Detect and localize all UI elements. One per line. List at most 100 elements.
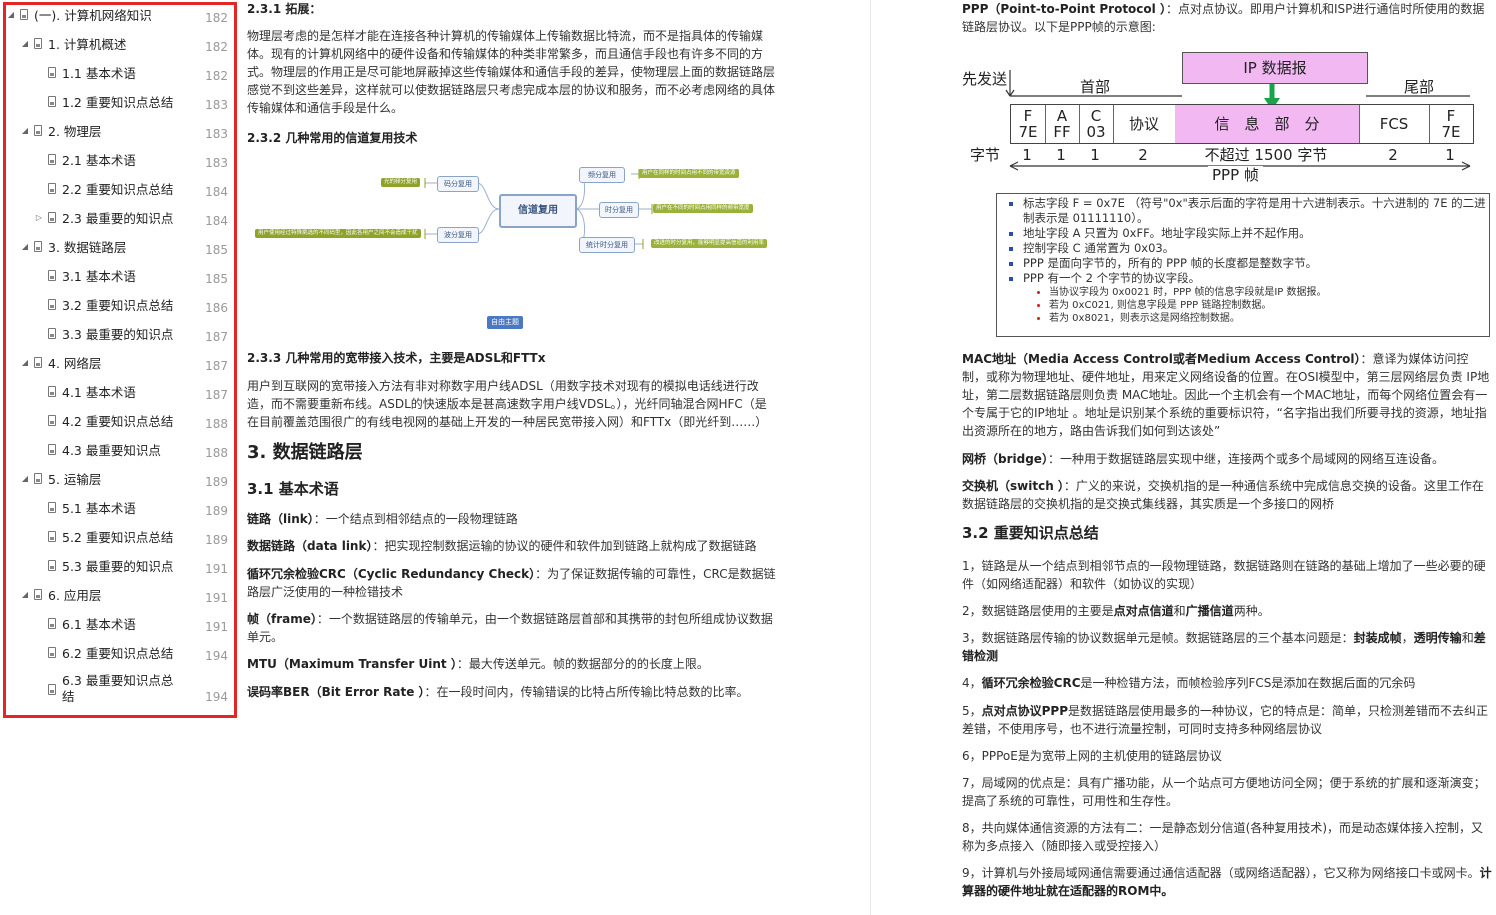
outline-item[interactable]: 1.1 基本术语 182 <box>6 58 234 87</box>
outline-item-page: 188 <box>205 446 228 460</box>
multiplexing-mindmap: 信道复用 码分复用 波分复用 频分复用 时分复用 统计时分复用 光的频分复用 用… <box>247 158 777 338</box>
frame-field-cell: C 03 <box>1079 105 1114 143</box>
outline-item-page: 183 <box>205 127 228 141</box>
frame-field-bytes: 2 <box>1388 146 1398 164</box>
outline-item[interactable]: 3.1 基本术语 185 <box>6 261 234 290</box>
outline-item-label: 1.1 基本术语 <box>62 66 136 81</box>
outline-item[interactable]: ◢ 5. 运输层 189 <box>6 464 234 493</box>
outline-item[interactable]: ◢ (一). 计算机网络知识 182 <box>6 5 234 29</box>
bookmark-icon <box>34 473 42 484</box>
outline-item[interactable]: 4.1 基本术语 187 <box>6 377 234 406</box>
frame-field-bytes: 1 <box>1022 146 1032 164</box>
collapse-arrow-icon[interactable]: ◢ <box>20 474 30 483</box>
term-switch: 交换机（switch ）：广义的来说，交换机指的是一种通信系统中完成信息交换的设… <box>962 479 1484 511</box>
outline-item-label: 6.3 最重要知识点总结 <box>62 673 174 704</box>
note-item-text: 控制字段 C 通常置为 0x03。 <box>1023 241 1175 255</box>
frame-field-cell: A FF <box>1045 105 1080 143</box>
outline-item-label: 3.2 重要知识点总结 <box>62 298 174 313</box>
bookmark-icon <box>48 683 56 695</box>
bookmark-icon <box>34 357 42 368</box>
bookmark-icon <box>34 589 42 600</box>
outline-item[interactable]: 4.3 最重要知识点 188 <box>6 435 234 464</box>
note-subitem-text: 当协议字段为 0x0021 时，PPP 帧的信息字段就是IP 数据报。 <box>1049 287 1327 298</box>
figure-header-label: 首部 <box>1080 78 1111 96</box>
outline-item[interactable]: ◢ 4. 网络层 187 <box>6 348 234 377</box>
collapse-arrow-icon[interactable]: ◢ <box>20 242 30 251</box>
outline-item[interactable]: 5.3 最重要的知识点 191 <box>6 551 234 580</box>
outline-item-label: 6.1 基本术语 <box>62 617 136 632</box>
bookmark-icon <box>48 96 56 107</box>
outline-item-page: 185 <box>205 243 228 257</box>
outline-item[interactable]: 5.1 基本术语 189 <box>6 493 234 522</box>
bookmark-icon <box>48 270 56 281</box>
outline-item-label: 2.1 基本术语 <box>62 153 136 168</box>
outline-item-label: 1.2 重要知识点总结 <box>62 95 174 110</box>
outline-item[interactable]: 2.1 基本术语 183 <box>6 145 234 174</box>
summary-7: 7，局域网的优点是：具有广播功能，从一个站点可方便地访问全网；便于系统的扩展和逐… <box>962 776 1486 808</box>
frame-field-cell: 信 息 部 分 <box>1175 105 1360 143</box>
ppp-frame-figure: 先发送 首部 尾部 IP 数据报 F 7E A FF C 03 协议信 息 部 分 FC… <box>962 48 1492 188</box>
outline-item[interactable]: ◢ 1. 计算机概述 182 <box>6 29 234 58</box>
outline-item[interactable]: 1.2 重要知识点总结 183 <box>6 87 234 116</box>
summary-4: 4，循环冗余检验CRC是一种检错方法，而帧检验序列FCS是添加在数据后面的冗余码 <box>962 676 1416 690</box>
collapse-arrow-icon[interactable]: ◢ <box>20 126 30 135</box>
outline-item[interactable]: 6.2 重要知识点总结 194 <box>6 638 234 667</box>
outline-item-page: 183 <box>205 156 228 170</box>
outline-item[interactable]: 4.2 重要知识点总结 188 <box>6 406 234 435</box>
outline-item-page: 185 <box>205 272 228 286</box>
note-item-text: PPP 是面向字节的，所有的 PPP 帧的长度都是整数字节。 <box>1023 256 1318 270</box>
outline-item-page: 189 <box>205 475 228 489</box>
frame-field-cell: F 7E <box>1011 105 1046 143</box>
outline-item[interactable]: 3.2 重要知识点总结 186 <box>6 290 234 319</box>
heading-3-2: 3.2 重要知识点总结 <box>962 524 1099 542</box>
outline-item[interactable]: 3.3 最重要的知识点 187 <box>6 319 234 348</box>
expand-arrow-icon[interactable]: ▷ <box>34 213 44 222</box>
heading-2-3-3: 2.3.3 几种常用的宽带接入技术，主要是ADSL和FTTx <box>247 351 546 365</box>
note-subitem: 若为 0x8021，则表示这是网络控制数据。 <box>1049 312 1489 325</box>
outline-item[interactable]: ◢ 2. 物理层 183 <box>6 116 234 145</box>
collapse-arrow-icon[interactable]: ◢ <box>20 358 30 367</box>
term-frame: 帧（frame）：一个数据链路层的传输单元，由一个数据链路层首部和其携带的封包所… <box>247 612 773 644</box>
outline-item[interactable]: ◢ 6. 应用层 191 <box>6 580 234 609</box>
outline-item[interactable]: ▷ 2.3 最重要的知识点 184 <box>6 203 234 232</box>
summary-6: 6，PPPoE是为宽带上网的主机使用的链路层协议 <box>962 749 1222 763</box>
bookmark-icon <box>34 241 42 252</box>
mindmap-node-stat: 统计时分复用 <box>579 237 635 253</box>
outline-item[interactable]: 2.2 重要知识点总结 184 <box>6 174 234 203</box>
mindmap-node-freq: 频分复用 <box>579 167 625 183</box>
mindmap-node-wave: 波分复用 <box>437 227 479 243</box>
outline-item[interactable]: ◢ 3. 数据链路层 185 <box>6 232 234 261</box>
summary-3: 3，数据链路层传输的协议数据单元是帧。数据链路层的三个基本问题是：封装成帧，透明… <box>962 631 1486 663</box>
term-bridge: 网桥（bridge）：一种用于数据链路层实现中继，连接两个或多个局域网的网络互连… <box>962 452 1444 466</box>
bookmark-icon <box>48 183 56 194</box>
outline-item-page: 189 <box>205 504 228 518</box>
outline-item[interactable]: 6.3 最重要知识点总结 194 <box>6 667 234 711</box>
mindmap-leaf-stat: 改进的时分复用，能够明显提高信道的利用率 <box>651 239 768 248</box>
frame-field-bytes: 1 <box>1445 146 1455 164</box>
outline-item-page: 191 <box>205 620 228 634</box>
bookmark-icon <box>48 386 56 397</box>
note-item: PPP 是面向字节的，所有的 PPP 帧的长度都是整数字节。 <box>1023 256 1489 271</box>
outline-item-label: 5.1 基本术语 <box>62 501 136 516</box>
mindmap-node-code: 码分复用 <box>437 176 479 192</box>
frame-field-bytes: 1 <box>1090 146 1100 164</box>
bookmark-icon <box>48 531 56 542</box>
collapse-arrow-icon[interactable]: ◢ <box>20 39 30 48</box>
outline-item-label: 2. 物理层 <box>48 124 102 139</box>
paragraph-physical-layer: 物理层考虑的是怎样才能在连接各种计算机的传输媒体上传输数据比特流，而不是指具体的… <box>247 29 776 115</box>
bookmark-icon <box>20 9 28 20</box>
outline-item[interactable]: 5.2 重要知识点总结 189 <box>6 522 234 551</box>
outline-item[interactable]: 6.1 基本术语 191 <box>6 609 234 638</box>
outline-item-label: 4. 网络层 <box>48 356 102 371</box>
bookmark-icon <box>48 154 56 165</box>
collapse-arrow-icon[interactable]: ◢ <box>20 590 30 599</box>
outline-item-page: 194 <box>205 649 228 663</box>
term-link: 链路（link）：一个结点到相邻结点的一段物理链路 <box>247 512 518 526</box>
frame-field-cell: F 7E <box>1441 107 1461 141</box>
paragraph-broadband: 用户到互联网的宽带接入方法有非对称数字用户线ADSL（用数字技术对现有的模拟电话… <box>247 379 768 429</box>
collapse-arrow-icon[interactable]: ◢ <box>6 10 16 19</box>
outline-item-page: 182 <box>205 69 228 83</box>
bookmark-icon <box>48 444 56 455</box>
outline-item-page: 182 <box>205 40 228 54</box>
figure-ppp-frame-label: PPP 帧 <box>1208 166 1263 184</box>
